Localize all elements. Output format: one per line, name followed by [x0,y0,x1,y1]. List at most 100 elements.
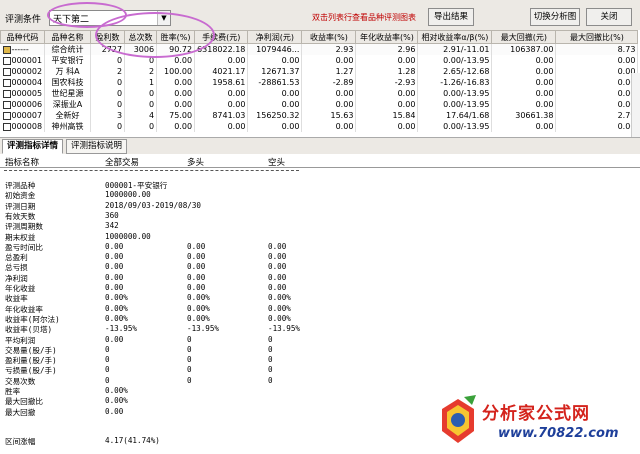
code-cell: 000007 [0,110,46,121]
value-cell: 0.00 [355,88,419,99]
checkbox[interactable] [2,56,11,65]
value-cell: 0 [90,55,126,66]
table-row[interactable]: 000004 国农科技 0 1 0.00 1958.61 -28861.53 -2.89 -2.… [0,77,639,88]
metric-value: 0.00% [105,303,128,313]
metric-value: 0.00 [187,252,206,262]
metric-value: 0.00 [105,272,124,282]
value-cell: -1.26/-16.83 [417,77,493,88]
code-text: 000002 [11,67,43,76]
value-cell: 0 [124,88,158,99]
tab-description[interactable]: 评测指标说明 [66,139,128,154]
metric-value: 0.00% [268,293,291,303]
value-cell: 15.84 [355,110,419,121]
hint-text: 双击列表行查看品种评测图表 [312,13,416,22]
code-text: 000006 [11,100,43,109]
detail-row: 评测品种 000001-平安银行 [0,180,400,190]
value-cell: 0.00 [355,99,419,110]
value-cell: 2 [90,66,126,77]
value-cell: 0 [90,99,126,110]
metric-value: 0.00% [105,293,128,303]
column-header[interactable]: 最大回撤(元) [491,30,557,44]
checkbox[interactable] [2,100,11,109]
detail-tabs: 评测指标详情 评测指标说明 [0,137,640,155]
checkbox[interactable] [2,111,11,120]
metric-value: 0 [105,365,110,375]
value-cell: 1.28 [355,66,419,77]
detail-row: 净利润 0.00 0.00 0.00 [0,273,400,283]
value-cell: 12671.37 [247,66,303,77]
value-cell: 0.00 [555,55,639,66]
value-cell: 0.00 [555,121,639,132]
table-row[interactable]: 000007 全新好 3 4 75.00 8741.03 156250.32 15.63 15.… [0,110,639,121]
code-text: 000004 [11,78,43,87]
value-cell: 0.00 [156,88,196,99]
metric-value: 0 [187,344,192,354]
metric-value: 1000000.00 [105,190,151,200]
watermark-url: www.70822.com [498,426,619,441]
column-header[interactable]: 净利润(元) [247,30,303,44]
table-body: ------ 综合统计 2727 3006 90.72 6318022.18 1079446… [0,43,639,132]
close-button[interactable]: 关闭 [586,8,632,26]
detail-row: 评测日期 2018/09/03-2019/08/30 [0,201,400,211]
value-cell: 17.64/1.68 [417,110,493,121]
metric-value: 0 [268,344,273,354]
value-cell: 0.00 [194,55,249,66]
value-cell: 0.00 [555,88,639,99]
column-header[interactable]: 最大回撤比(%) [555,30,639,44]
metric-value: 0 [268,355,273,365]
column-header[interactable]: 收益率(%) [301,30,357,44]
table-row[interactable]: ------ 综合统计 2727 3006 90.72 6318022.18 1079446… [0,43,639,55]
column-header[interactable]: 年化收益率(%) [355,30,419,44]
export-button[interactable]: 导出结果 [428,8,474,26]
code-cell: 000001 [0,55,46,66]
detail-row: 区间涨幅 4.17(41.74%) [0,436,400,446]
value-cell: -2.89 [301,77,357,88]
value-cell: 2.96 [355,43,419,55]
metric-value: 0.00 [268,283,287,292]
metric-value: 0.00 [105,262,124,272]
name-cell: 国农科技 [44,77,92,88]
checkbox[interactable] [2,78,11,87]
value-cell: 0.00 [247,88,303,99]
checkbox[interactable] [2,67,11,76]
code-cell: 000002 [0,66,46,77]
column-header[interactable]: 品种代码 [0,30,46,44]
metric-value: 0 [268,375,273,385]
table-row[interactable]: 000001 平安银行 0 0 0.00 0.00 0.00 0.00 0.00 0.00/-13… [0,55,639,66]
metric-value: 0.00 [105,334,124,344]
checkbox[interactable] [2,89,11,98]
metric-value: 0 [187,334,192,344]
metric-value: 0 [105,375,110,385]
checkbox[interactable] [2,122,11,131]
detail-row: 初始资金 1000000.00 [0,190,400,200]
metric-value: -13.95% [105,324,138,334]
table-row[interactable]: 000008 神州高铁 0 0 0.00 0.00 0.00 0.00 0.00 0.00/-13… [0,121,639,132]
value-cell: 2.91/-11.01 [417,43,493,55]
metric-value: 0.00 [268,252,287,262]
switch-chart-button[interactable]: 切换分析图 [530,8,580,26]
table-row[interactable]: 000005 世纪星源 0 0 0.00 0.00 0.00 0.00 0.00 0.00/-13… [0,88,639,99]
value-cell: 0.00 [491,55,557,66]
table-row[interactable]: 000006 深振业A 0 0 0.00 0.00 0.00 0.00 0.00 0.00/-13… [0,99,639,110]
value-cell: 0.00 [194,99,249,110]
tab-detail[interactable]: 评测指标详情 [2,139,64,154]
column-header[interactable]: 品种名称 [44,30,92,44]
detail-row: 收益率 0.00% 0.00% 0.00% [0,293,400,303]
checkbox[interactable] [2,45,11,54]
metric-name: 区间涨幅 [5,437,36,446]
metric-value: 0.00 [187,283,206,292]
detail-row: 交易次数 0 0 0 [0,376,400,386]
metric-value: 342 [105,221,119,231]
metric-value: 0 [187,365,192,375]
condition-label: 评测条件 [5,15,42,25]
column-header[interactable]: 相对收益率α/β(%) [417,30,493,44]
value-cell: 1.27 [301,66,357,77]
metric-value: 0.00 [187,262,206,272]
value-cell: 3 [90,110,126,121]
detail-header: 指标名称 全部交易 多头 空头 [0,154,640,168]
value-cell: 106387.00 [491,43,557,55]
detail-row: 年化收益 0.00 0.00 0.00 [0,283,400,293]
value-cell: 0.00/-13.95 [417,121,493,132]
value-cell: 2.65/-12.68 [417,66,493,77]
table-row[interactable]: 000002 万 科A 2 2 100.00 4021.17 12671.37 1.27 1.2… [0,66,639,77]
